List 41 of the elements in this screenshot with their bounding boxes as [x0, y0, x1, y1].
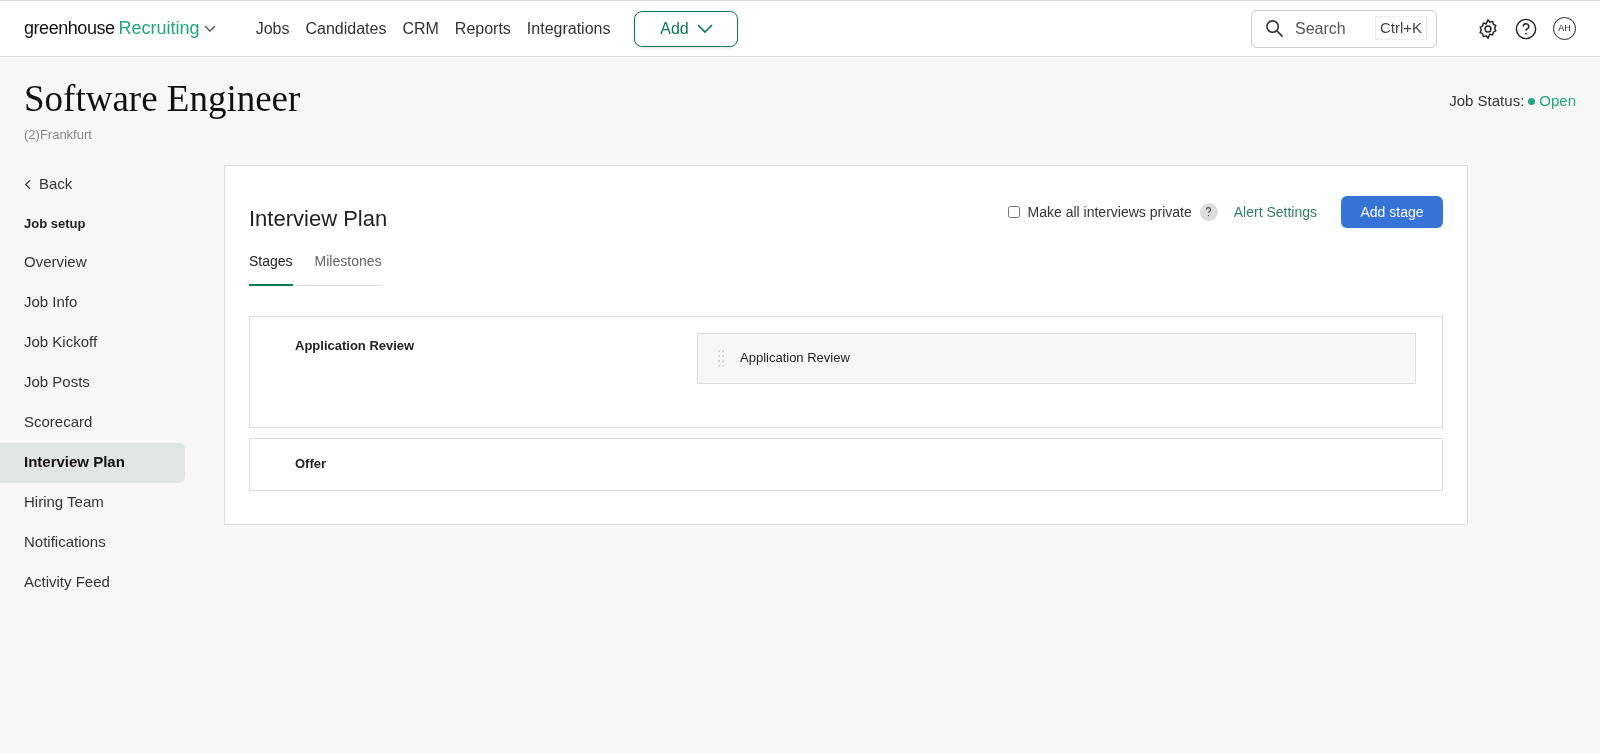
status-label: Job Status:: [1449, 90, 1525, 111]
add-stage-button[interactable]: Add stage: [1341, 196, 1443, 228]
chevron-left-icon: [24, 179, 31, 190]
section-title: Interview Plan: [249, 204, 388, 233]
sidebar-item[interactable]: Hiring Team: [0, 482, 185, 523]
search-icon: [1265, 18, 1284, 38]
sidebar-item[interactable]: Activity Feed: [0, 562, 185, 603]
job-location: (2)Frankfurt: [24, 126, 93, 144]
sidebar-item[interactable]: Job Posts: [0, 362, 185, 403]
chevron-down-icon[interactable]: [203, 24, 216, 33]
sidebar-item[interactable]: Notifications: [0, 522, 185, 563]
tab[interactable]: Milestones: [314, 250, 382, 285]
interview-name: Application Review: [740, 349, 850, 368]
nav-link[interactable]: Integrations: [526, 16, 611, 41]
stage-name: Application Review: [295, 336, 416, 355]
nav-link[interactable]: Candidates: [305, 16, 387, 41]
add-button[interactable]: Add: [634, 10, 739, 47]
alert-settings-link[interactable]: Alert Settings: [1233, 201, 1317, 223]
chevron-down-icon: [696, 23, 713, 34]
help-icon[interactable]: [1515, 17, 1537, 40]
sidebar-item[interactable]: Job Info: [0, 282, 185, 323]
checkbox-label: Make all interviews private: [1027, 202, 1192, 222]
tab[interactable]: Stages: [249, 250, 293, 286]
sidebar-item[interactable]: Overview: [0, 242, 185, 283]
logo[interactable]: greenhouse Recruiting: [24, 15, 200, 42]
nav-link[interactable]: CRM: [402, 16, 439, 41]
back-link[interactable]: Back: [0, 164, 185, 205]
nav-link[interactable]: Jobs: [255, 16, 290, 41]
sidebar-item[interactable]: Scorecard: [0, 402, 185, 443]
drag-handle-icon[interactable]: [718, 349, 724, 367]
page-title: Software Engineer: [24, 77, 301, 121]
nav-link[interactable]: Reports: [454, 16, 511, 41]
stage-name: Offer: [295, 455, 328, 474]
sidebar-item[interactable]: Interview Plan: [0, 442, 185, 483]
section-heading: Job setup: [23, 214, 87, 233]
sidebar-item[interactable]: Job Kickoff: [0, 322, 185, 363]
settings-icon[interactable]: [1477, 17, 1499, 40]
private-checkbox[interactable]: [1007, 206, 1020, 218]
interview-row[interactable]: Application Review: [697, 332, 1416, 384]
status-value: Open: [1539, 90, 1576, 111]
keyboard-shortcut: Ctrl+K: [1374, 15, 1427, 40]
